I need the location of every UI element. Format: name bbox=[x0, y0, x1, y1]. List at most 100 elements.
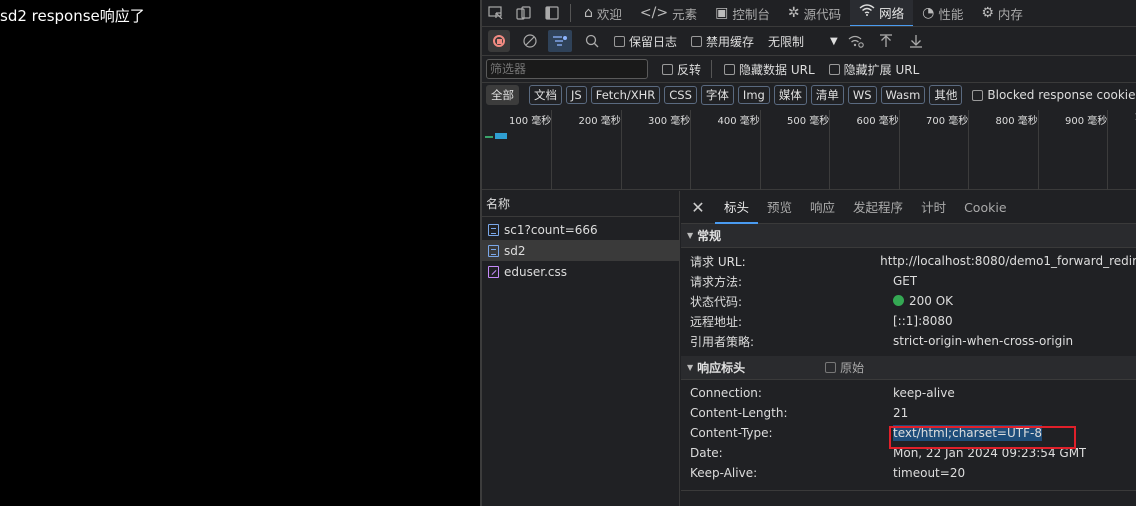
tab-elements[interactable]: </> 元素 bbox=[631, 0, 706, 26]
filter-chip-img[interactable]: Img bbox=[737, 86, 770, 104]
dock-side-icon[interactable] bbox=[538, 0, 566, 26]
header-key: Keep-Alive: bbox=[690, 466, 758, 480]
tab-headers[interactable]: 标头 bbox=[715, 191, 759, 224]
request-method-value: GET bbox=[893, 274, 918, 288]
tab-welcome[interactable]: ⌂ 欢迎 bbox=[575, 0, 631, 26]
network-timeline-overview[interactable]: 100 毫秒 200 毫秒 300 毫秒 400 毫秒 500 毫秒 600 毫秒 700 … bbox=[482, 110, 1136, 190]
network-conditions-button[interactable] bbox=[844, 30, 868, 52]
close-icon[interactable]: ✕ bbox=[681, 198, 715, 217]
filter-chip-ws[interactable]: WS bbox=[847, 86, 877, 104]
clear-button[interactable] bbox=[518, 30, 542, 52]
filter-chip-doc[interactable]: 文档 bbox=[529, 85, 562, 105]
checkbox-box[interactable] bbox=[691, 35, 703, 47]
checkbox-label: 反转 bbox=[677, 62, 702, 77]
tab-timing[interactable]: 计时 bbox=[912, 191, 955, 224]
upload-icon bbox=[879, 34, 892, 47]
checkbox-label: 原始 bbox=[840, 361, 865, 375]
preserve-log-checkbox[interactable]: 保留日志 bbox=[614, 33, 677, 50]
checkbox-box[interactable] bbox=[614, 35, 625, 47]
hide-extension-urls-checkbox[interactable]: 隐藏扩展 URL bbox=[828, 61, 919, 78]
tab-label: 性能 bbox=[938, 6, 964, 22]
blocked-cookies-checkbox[interactable]: Blocked response cookies bbox=[972, 88, 1136, 102]
tab-performance[interactable]: ◔ 性能 bbox=[913, 0, 972, 26]
document-icon bbox=[488, 244, 499, 257]
throttling-select[interactable]: 无限制 bbox=[768, 33, 804, 50]
stop-recording-button[interactable] bbox=[488, 30, 510, 52]
filter-input[interactable] bbox=[486, 59, 648, 79]
general-section-header[interactable]: ▼ 常规 bbox=[681, 224, 1136, 248]
tab-memory[interactable]: ⚙ 内存 bbox=[972, 0, 1032, 26]
referrer-policy-value: strict-origin-when-cross-origin bbox=[893, 334, 1074, 348]
request-row-eduser-css[interactable]: eduser.css bbox=[482, 261, 679, 282]
checkbox-label: 隐藏数据 URL bbox=[739, 62, 815, 77]
inspect-element-icon[interactable] bbox=[482, 0, 510, 26]
tab-label: 内存 bbox=[997, 6, 1023, 22]
import-har-button[interactable] bbox=[874, 30, 898, 52]
filter-chip-js[interactable]: JS bbox=[566, 86, 587, 104]
chevron-down-icon[interactable]: ▼ bbox=[830, 36, 838, 47]
code-icon: </> bbox=[639, 5, 669, 21]
header-key: Content-Length: bbox=[690, 406, 788, 420]
page-response-text: sd2 response响应了 bbox=[0, 7, 145, 25]
timeline-tick-label: 100 毫秒 bbox=[509, 116, 552, 127]
checkbox-box[interactable] bbox=[972, 89, 984, 101]
request-row-sd2[interactable]: sd2 bbox=[482, 240, 679, 261]
checkbox-box[interactable] bbox=[825, 362, 837, 373]
network-conditions-icon bbox=[848, 35, 864, 48]
checkbox-box[interactable] bbox=[724, 63, 736, 75]
request-list: 名称 sc1?count=666 sd2 eduser.css bbox=[482, 191, 680, 506]
header-key: 请求 URL: bbox=[690, 254, 746, 269]
header-row: 远程地址: [::1]:8080 bbox=[681, 311, 1136, 331]
section-divider bbox=[681, 490, 1136, 491]
device-emulation-icon[interactable] bbox=[510, 0, 538, 26]
filter-chip-fetch-xhr[interactable]: Fetch/XHR bbox=[590, 86, 661, 104]
raw-headers-checkbox[interactable]: 原始 bbox=[825, 359, 864, 376]
timeline-tick-label: 600 毫秒 bbox=[856, 116, 899, 127]
filter-chip-wasm[interactable]: Wasm bbox=[880, 86, 926, 104]
expand-triangle-icon: ▼ bbox=[687, 363, 694, 372]
header-value: keep-alive bbox=[893, 386, 955, 400]
filter-chip-manifest[interactable]: 清单 bbox=[810, 85, 844, 105]
invert-checkbox[interactable]: 反转 bbox=[662, 61, 701, 78]
tab-response[interactable]: 响应 bbox=[801, 191, 844, 224]
tab-sources[interactable]: ✲ 源代码 bbox=[779, 0, 850, 26]
filter-toggle-button[interactable] bbox=[548, 30, 572, 52]
checkbox-label: 保留日志 bbox=[629, 34, 678, 49]
toolbar-divider bbox=[711, 60, 713, 78]
checkbox-box[interactable] bbox=[828, 63, 840, 75]
timeline-tick-label: 800 毫秒 bbox=[995, 116, 1038, 127]
clear-icon bbox=[523, 34, 537, 48]
response-headers-section-header[interactable]: ▼ 响应标头 原始 bbox=[681, 356, 1136, 380]
request-name: sd2 bbox=[504, 243, 526, 258]
tab-cookies[interactable]: Cookie bbox=[955, 191, 1015, 224]
console-icon: ▣ bbox=[715, 5, 729, 21]
browser-page: sd2 response响应了 bbox=[0, 0, 480, 506]
disable-cache-checkbox[interactable]: 禁用缓存 bbox=[691, 33, 754, 50]
search-button[interactable] bbox=[580, 30, 604, 52]
export-har-button[interactable] bbox=[904, 30, 928, 52]
header-row: 请求 URL: http://localhost:8080/demo1_forwa… bbox=[681, 251, 1136, 271]
filter-chip-css[interactable]: CSS bbox=[664, 86, 697, 104]
request-row-sc1[interactable]: sc1?count=666 bbox=[482, 219, 679, 240]
tab-label: 欢迎 bbox=[596, 6, 622, 22]
highlight-annotation-box bbox=[889, 426, 1076, 449]
header-row: 引用者策略: strict-origin-when-cross-origin bbox=[681, 331, 1136, 351]
hide-data-urls-checkbox[interactable]: 隐藏数据 URL bbox=[724, 61, 815, 78]
tab-preview[interactable]: 预览 bbox=[758, 191, 801, 224]
tab-network[interactable]: 网络 bbox=[850, 0, 914, 26]
header-row: 状态代码: 200 OK bbox=[681, 291, 1136, 311]
memory-icon: ⚙ bbox=[981, 5, 994, 21]
devtools-tab-bar: ⌂ 欢迎 </> 元素 ▣ 控制台 ✲ 源代码 网络 ◔ 性能 ⚙ 内存 bbox=[482, 0, 1136, 27]
status-code-value: 200 OK bbox=[893, 294, 953, 308]
header-key: Content-Type: bbox=[690, 426, 773, 440]
filter-chip-other[interactable]: 其他 bbox=[929, 85, 963, 105]
filter-chip-all[interactable]: 全部 bbox=[486, 85, 519, 105]
filter-chip-font[interactable]: 字体 bbox=[700, 85, 734, 105]
tab-initiator[interactable]: 发起程序 bbox=[844, 191, 912, 224]
record-icon bbox=[493, 35, 505, 47]
request-list-header[interactable]: 名称 bbox=[482, 191, 679, 217]
wifi-icon bbox=[859, 4, 875, 20]
checkbox-box[interactable] bbox=[662, 63, 673, 75]
filter-chip-media[interactable]: 媒体 bbox=[773, 85, 807, 105]
tab-console[interactable]: ▣ 控制台 bbox=[706, 0, 779, 26]
